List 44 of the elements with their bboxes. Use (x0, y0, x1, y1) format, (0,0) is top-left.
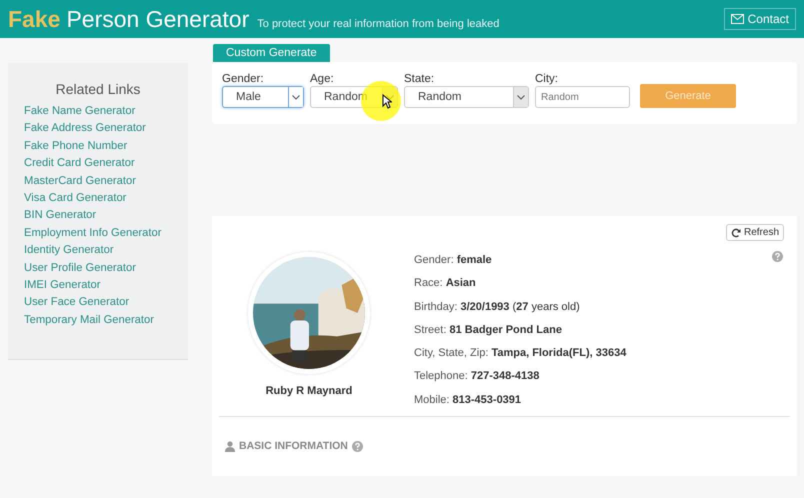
select-field[interactable]: Random (404, 86, 529, 108)
tagline: To protect your real information from being leaked (257, 18, 500, 30)
refresh-icon (730, 228, 741, 238)
detail-line: Street: 81 Badger Pond Lane (414, 322, 563, 338)
sidebar-link[interactable]: IMEI Generator (24, 277, 188, 294)
sidebar-link[interactable]: User Profile Generator (24, 260, 188, 278)
detail-line: Mobile: 813-453-0391 (414, 392, 522, 408)
detail-line: Telephone: 727-348-4138 (414, 369, 540, 384)
sidebar-link[interactable]: Fake Name Generator (24, 103, 188, 120)
sidebar-link[interactable]: Fake Phone Number (24, 138, 188, 156)
sidebar-link[interactable]: BIN Generator (24, 207, 188, 225)
sidebar-link[interactable]: MasterCard Generator (24, 172, 188, 190)
caret-icon (292, 94, 300, 100)
contact-button[interactable]: Contact (724, 8, 796, 30)
help-icon[interactable] (352, 440, 363, 452)
select-field[interactable]: Male (222, 86, 304, 108)
sidebar-title: Related Links (54, 81, 142, 97)
user-icon (225, 440, 235, 452)
custom-generate-tab[interactable]: Custom Generate (213, 44, 330, 62)
detail-line: Race: Asian (414, 276, 477, 292)
sidebar-link[interactable]: Temporary Mail Generator (24, 312, 188, 330)
cursor-icon (382, 94, 392, 109)
refresh-button[interactable]: Refresh (726, 224, 784, 241)
detail-line: Birthday: 3/20/1993 (27 years old) (414, 300, 581, 315)
sidebar-link[interactable]: Employment Info Generator (24, 224, 188, 242)
detail-line: City, State, Zip: Tampa, Florida(FL), 33634 (414, 346, 628, 362)
field-label: Age: (310, 73, 335, 85)
field-label: Gender: (222, 73, 265, 85)
person-name: Ruby R Maynard (266, 385, 352, 397)
mail-icon (730, 14, 744, 24)
detail-line: Gender: female (414, 253, 493, 268)
help-icon[interactable] (772, 251, 783, 262)
sidebar-link[interactable]: Credit Card Generator (24, 155, 188, 173)
sidebar-link[interactable]: Identity Generator (24, 242, 188, 260)
brand-title: Person Generator (66, 6, 250, 32)
city-input[interactable]: Random (535, 86, 630, 108)
field-label: City: (535, 73, 559, 85)
brand-word: Fake (8, 6, 60, 32)
caret-icon (517, 94, 525, 100)
sidebar-link[interactable]: Fake Address Generator (24, 120, 188, 138)
section-heading: BASIC INFORMATION (239, 440, 348, 452)
sidebar-link[interactable]: Visa Card Generator (24, 190, 188, 208)
field-label: State: (404, 73, 436, 85)
sidebar-link[interactable]: User Face Generator (24, 294, 188, 312)
